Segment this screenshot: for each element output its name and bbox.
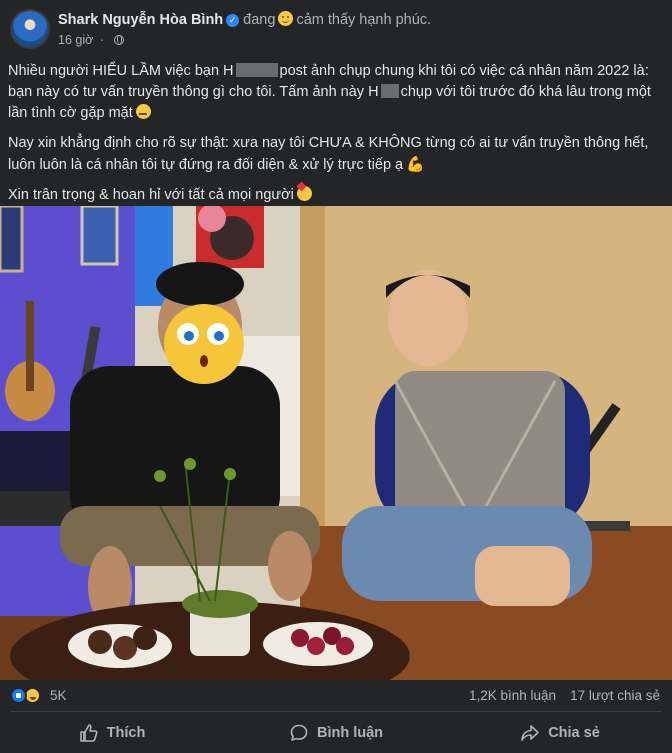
comment-label: Bình luận [316,724,384,741]
redacted-name [235,63,278,77]
share-count[interactable]: 17 lượt chia sẻ [570,688,660,703]
post-meta: 16 giờ · [58,33,125,47]
reaction-count[interactable]: 5K [50,688,67,703]
engagement-counts: 1,2K bình luận 17 lượt chia sẻ [455,688,660,703]
post-paragraph-3: Xin trân trọng & hoan hỉ với tất cả mọi … [8,185,664,206]
smile-emoji-icon [278,11,294,26]
feeling-text: cảm thấy hạnh phúc. [296,12,432,28]
comment-icon [290,724,308,741]
like-reaction-icon [10,687,27,704]
post-paragraph-1: Nhiều người HIỂU LẦM việc bạn Hpost ảnh … [8,63,651,121]
like-button[interactable]: Thích [0,712,224,753]
share-label: Chia sẻ [548,724,600,741]
verified-badge-icon: ✓ [226,14,240,27]
flexed-biceps-emoji-icon: 💪 [406,156,425,173]
photo-illustration [0,206,672,680]
globe-icon [114,35,125,45]
action-bar: Thích Bình luận Chia sẻ [0,712,672,753]
like-label: Thích [106,724,146,741]
post-stats: 5K 1,2K bình luận 17 lượt chia sẻ [0,682,672,710]
post-photo[interactable] [0,206,672,680]
post-time[interactable]: 16 giờ [58,33,93,47]
post-paragraph-2: Nay xin khẳng định cho rõ sự thật: xưa n… [8,135,649,173]
author-name[interactable]: Shark Nguyễn Hòa Bình [58,12,223,28]
post-header: Shark Nguyễn Hòa Bình ✓ đang cảm thấy hạnh … [0,0,672,55]
comment-count[interactable]: 1,2K bình luận [469,688,556,703]
post-text: Nhiều người HIỂU LẦM việc bạn Hpost ảnh … [8,61,664,215]
author-avatar[interactable] [10,9,50,49]
feeling-prefix: đang [243,12,276,28]
thumbs-up-icon [79,723,98,742]
sweat-smile-emoji-icon [135,104,151,119]
comment-button[interactable]: Bình luận [224,712,448,753]
share-button[interactable]: Chia sẻ [448,712,672,753]
share-icon [521,724,540,741]
partying-face-emoji-icon [296,186,312,201]
redacted-name [380,84,399,98]
author-line: Shark Nguyễn Hòa Bình ✓ đang cảm thấy hạnh … [58,11,431,28]
